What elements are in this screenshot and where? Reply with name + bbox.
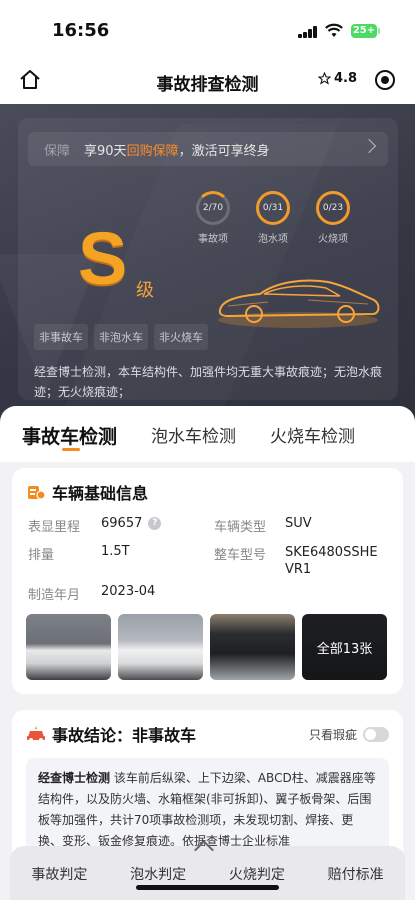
vehicle-type-label: 车辆类型: [214, 520, 267, 535]
bottom-tab-compensation[interactable]: 赔付标准: [328, 864, 384, 884]
report-summary-hero: 保障 享90天 回购保障 ，激活可享终身 S 级 2/70 事故项 0/31 泡…: [0, 104, 415, 424]
tag-non-flood: 非泡水车: [94, 324, 148, 350]
model-label-wrap: 整车型号: [214, 544, 266, 563]
status-tags: 非事故车 非泡水车 非火烧车: [34, 324, 208, 350]
bottom-tab-flood[interactable]: 泡水判定: [130, 864, 186, 884]
vehicle-info-card: 车辆基础信息 表显里程 69657 ? 车辆类型 SUV 排量 1.5T 整车型…: [12, 468, 403, 694]
model-value-line1: SKE6480SSHE: [285, 545, 378, 560]
displacement-label: 排量: [28, 548, 55, 563]
accident-items-value: 2/70: [202, 203, 224, 213]
summary-description: 经查博士检测，本车结构件、加强件均无重大事故痕迹；无泡水痕迹；无火烧痕迹；: [34, 365, 383, 399]
home-indicator: [136, 885, 279, 890]
only-defects-label: 只看瑕疵: [308, 728, 357, 742]
mileage-value-wrap: 69657 ?: [101, 516, 162, 531]
photos-count: 全部13张: [302, 614, 387, 680]
guarantee-tag: 保障: [44, 143, 71, 159]
flood-items-label: 泡水项: [258, 234, 288, 245]
vehicle-photo[interactable]: [118, 614, 203, 680]
bottom-tab-accident[interactable]: 事故判定: [31, 864, 87, 884]
chevron-right-icon: [361, 138, 377, 154]
cellular-signal-icon: [298, 26, 318, 38]
section-title: 车辆基础信息: [26, 480, 148, 504]
tag-non-accident: 非事故车: [34, 324, 88, 350]
model-label: 整车型号: [214, 548, 267, 563]
fire-items-value: 0/23: [322, 203, 344, 213]
guarantee-text-pre: 享90天: [84, 143, 127, 159]
tag-non-fire: 非火烧车: [154, 324, 208, 350]
mileage-value: 69657: [101, 516, 143, 531]
car-info-icon: [28, 486, 46, 500]
fire-items-ring: 0/23: [316, 191, 350, 225]
displacement-value-wrap: 1.5T: [101, 544, 130, 559]
displacement-value: 1.5T: [101, 544, 130, 559]
accident-items-ring: 2/70: [196, 191, 230, 225]
conclusion-lead: 经查博士检测: [38, 771, 111, 785]
status-bar: 16:56 25+: [0, 0, 415, 58]
section-title: 事故结论：非事故车: [26, 722, 196, 746]
model-value-line2: VR1: [285, 562, 312, 577]
summary-card: 保障 享90天 回购保障 ，激活可享终身 S 级 2/70 事故项 0/31 泡…: [18, 118, 398, 400]
more-options-icon[interactable]: [375, 70, 395, 90]
fire-items-label: 火烧项: [318, 234, 348, 245]
vehicle-photo[interactable]: [26, 614, 111, 680]
flood-items-value: 0/31: [262, 203, 284, 213]
vehicle-type-value: SUV: [285, 516, 312, 531]
inspection-tabs: 事故车检测 泡水车检测 火烧车检测: [0, 406, 415, 462]
vehicle-photos: 全部13张: [26, 614, 387, 680]
bottom-tab-fire[interactable]: 火烧判定: [229, 864, 285, 884]
model-value-wrap: SKE6480SSHE VR1: [285, 544, 378, 578]
status-time: 16:56: [52, 20, 110, 41]
rating-value: 4.8: [334, 71, 358, 86]
tab-fire-inspection[interactable]: 火烧车检测: [270, 422, 355, 449]
battery-icon: 25+: [351, 24, 380, 38]
flood-items-ring: 0/31: [256, 191, 290, 225]
guarantee-banner[interactable]: 保障 享90天 回购保障 ，激活可享终身: [28, 132, 388, 166]
toggle-switch[interactable]: [363, 727, 389, 742]
vehicle-type-label-wrap: 车辆类型: [214, 516, 266, 535]
rating-button[interactable]: 4.8: [318, 71, 357, 86]
grade-suffix: 级: [136, 280, 154, 301]
vehicle-type-value-wrap: SUV: [285, 516, 312, 531]
wifi-icon: [325, 23, 343, 37]
grade-letter: S: [78, 217, 128, 300]
displacement-label-wrap: 排量: [28, 544, 54, 563]
tab-accident-inspection[interactable]: 事故车检测: [22, 422, 117, 449]
active-tab-indicator: [62, 448, 80, 451]
conclusion-title: 事故结论：非事故车: [52, 726, 197, 745]
only-defects-toggle[interactable]: 只看瑕疵: [309, 726, 389, 743]
manufacture-date-value-wrap: 2023-04: [101, 584, 155, 599]
help-icon[interactable]: ?: [148, 517, 162, 530]
accident-items-label: 事故项: [198, 234, 228, 245]
guarantee-text-post: ，激活可享终身: [178, 143, 270, 159]
manufacture-date-label: 制造年月: [28, 588, 81, 603]
vehicle-info-title: 车辆基础信息: [52, 484, 149, 503]
guarantee-highlight: 回购保障: [126, 143, 179, 159]
mileage-row: 表显里程: [28, 516, 80, 535]
tab-flood-inspection[interactable]: 泡水车检测: [151, 422, 236, 449]
mileage-label: 表显里程: [28, 520, 81, 535]
manufacture-date-label-wrap: 制造年月: [28, 584, 80, 603]
nav-bar: 事故排查检测 4.8: [0, 58, 415, 104]
vehicle-photo[interactable]: [210, 614, 295, 680]
car-illustration: [218, 279, 380, 328]
accident-car-icon: [27, 726, 45, 742]
star-icon: [318, 72, 331, 85]
view-all-photos-button[interactable]: 全部13张: [302, 614, 387, 680]
manufacture-date-value: 2023-04: [101, 584, 156, 599]
